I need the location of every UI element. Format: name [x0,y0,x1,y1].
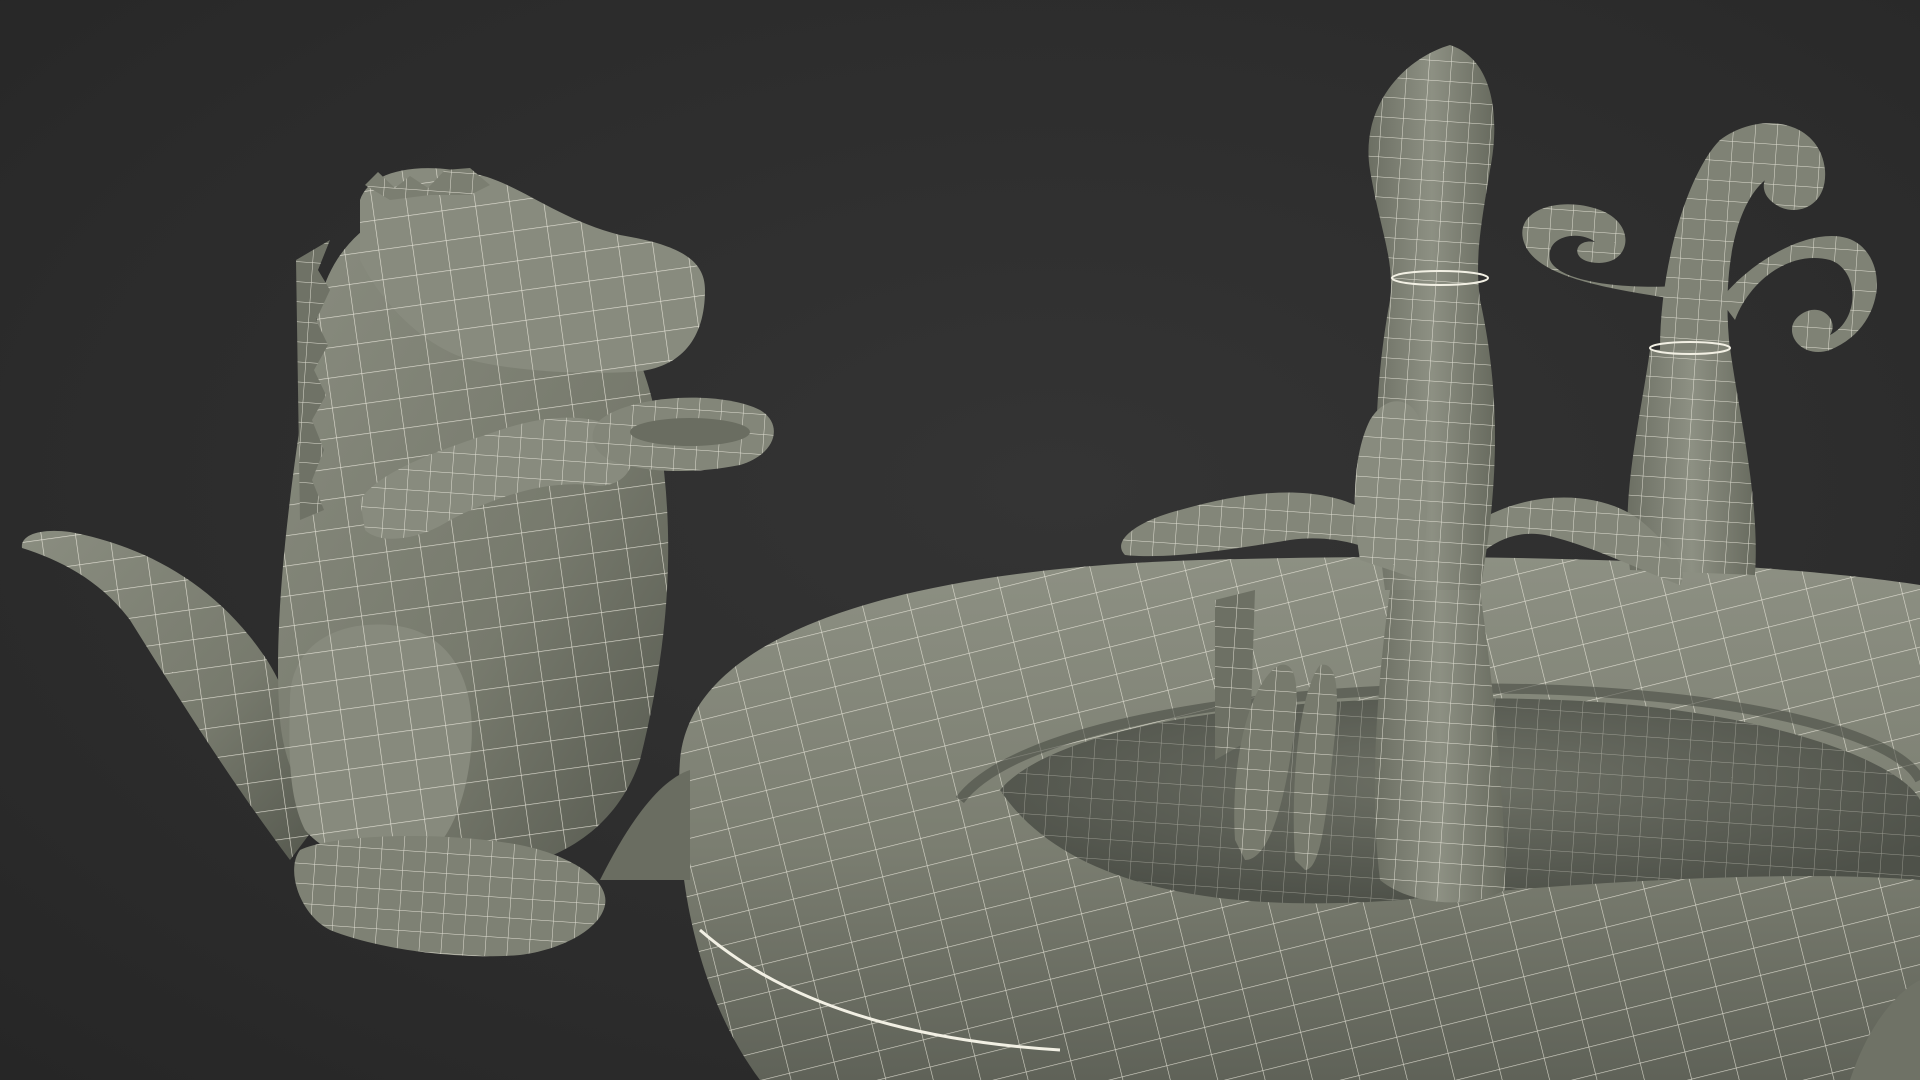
wireframe-render [21,45,1920,1080]
3d-viewport [0,0,1920,1080]
dinosaur-toy [21,168,774,957]
